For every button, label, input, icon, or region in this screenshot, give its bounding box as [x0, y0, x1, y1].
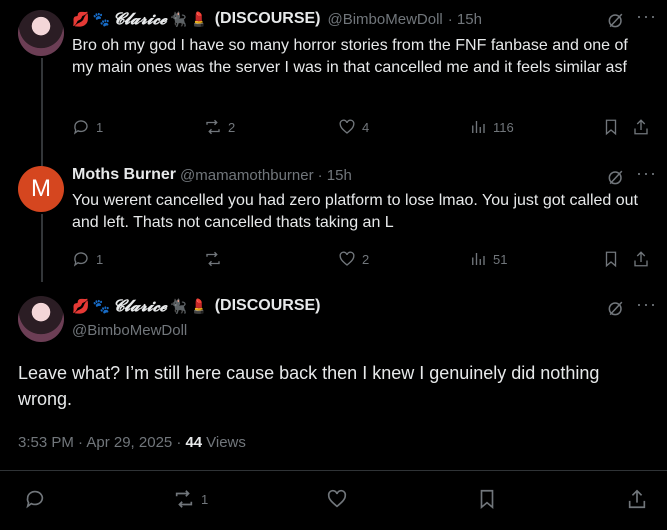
repost-count: 1: [201, 491, 209, 507]
avatar[interactable]: [18, 10, 64, 56]
like-count: 4: [362, 119, 370, 135]
cat-emoji: 🐈‍⬛: [169, 10, 188, 27]
views-count: 51: [493, 251, 508, 267]
repost-button[interactable]: 2: [204, 118, 235, 136]
cat-emoji: 🐈‍⬛: [169, 297, 188, 314]
timestamp[interactable]: 3:53 PM · Apr 29, 2025 ·: [18, 434, 181, 451]
kiss-emoji: 💋: [72, 297, 90, 314]
like-button[interactable]: 2: [338, 250, 369, 268]
avatar-letter: M: [31, 175, 51, 202]
display-name-styled[interactable]: 𝓒𝓵𝓪𝓻𝓲𝓬𝓮: [113, 296, 167, 316]
tweet-text: You werent cancelled you had zero platfo…: [72, 192, 638, 231]
repost-button[interactable]: 1: [173, 488, 208, 510]
repost-button[interactable]: [204, 250, 228, 268]
like-button[interactable]: [326, 488, 348, 510]
bookmark-button[interactable]: [602, 118, 620, 136]
thread-line: [41, 214, 43, 282]
more-icon[interactable]: ···: [636, 163, 657, 184]
grok-icon[interactable]: [606, 10, 626, 35]
kiss-emoji: 💋: [72, 10, 90, 27]
thread-line: [41, 58, 43, 166]
tweet-text: Leave what? I’m still here cause back th…: [18, 363, 600, 409]
views-button[interactable]: 116: [469, 118, 514, 136]
display-name-styled[interactable]: 𝓒𝓵𝓪𝓻𝓲𝓬𝓮: [113, 9, 167, 29]
lipstick-emoji: 💄: [190, 297, 208, 314]
views-count: 116: [493, 119, 514, 135]
like-count: 2: [362, 251, 370, 267]
reply-button[interactable]: [24, 488, 46, 510]
reply-count: 1: [96, 119, 104, 135]
display-name-suffix[interactable]: (DISCOURSE): [215, 10, 321, 28]
action-bar: 1 2 51: [72, 250, 652, 270]
bookmark-button[interactable]: [476, 488, 498, 510]
main-header: 💋 🐾 𝓒𝓵𝓪𝓻𝓲𝓬𝓮 🐈‍⬛ 💄 (DISCOURSE): [72, 296, 320, 316]
share-button[interactable]: [632, 118, 650, 136]
like-button[interactable]: 4: [338, 118, 369, 136]
tweet-meta: 3:53 PM · Apr 29, 2025 · 44 Views: [18, 434, 246, 451]
display-name-suffix[interactable]: (DISCOURSE): [215, 297, 321, 315]
share-button[interactable]: [626, 488, 648, 510]
grok-icon[interactable]: [606, 298, 626, 323]
more-icon[interactable]: ···: [636, 6, 657, 27]
grok-icon[interactable]: [606, 167, 626, 192]
tweet1-header: 💋 🐾 𝓒𝓵𝓪𝓻𝓲𝓬𝓮 🐈‍⬛ 💄 (DISCOURSE) @BimboMewD…: [72, 9, 482, 29]
main-action-bar: 1: [0, 488, 667, 512]
lipstick-emoji: 💄: [190, 10, 208, 27]
display-name[interactable]: Moths Burner: [72, 166, 176, 184]
share-button[interactable]: [632, 250, 650, 268]
user-handle[interactable]: @mamamothburner: [180, 167, 314, 184]
views-label: Views: [206, 434, 246, 451]
bookmark-button[interactable]: [602, 250, 620, 268]
tweet-text: Bro oh my god I have so many horror stor…: [72, 37, 628, 76]
paw-emoji: 🐾: [92, 297, 110, 314]
paw-emoji: 🐾: [92, 10, 110, 27]
tweet2-header: Moths Burner @mamamothburner · 15h: [72, 166, 352, 184]
reply-button[interactable]: 1: [72, 250, 103, 268]
views-button[interactable]: 51: [469, 250, 507, 268]
reply-count: 1: [96, 251, 104, 267]
divider: [0, 470, 667, 471]
user-handle[interactable]: @BimboMewDoll: [72, 322, 187, 339]
tweet-time[interactable]: · 15h: [318, 167, 352, 184]
more-icon[interactable]: ···: [636, 294, 657, 315]
tweet-time[interactable]: · 15h: [448, 11, 482, 28]
repost-count: 2: [228, 119, 236, 135]
user-handle[interactable]: @BimboMewDoll: [327, 11, 442, 28]
avatar[interactable]: M: [18, 166, 64, 212]
action-bar: 1 2 4 116: [72, 118, 652, 138]
reply-button[interactable]: 1: [72, 118, 103, 136]
avatar[interactable]: [18, 296, 64, 342]
views-number: 44: [185, 434, 203, 451]
